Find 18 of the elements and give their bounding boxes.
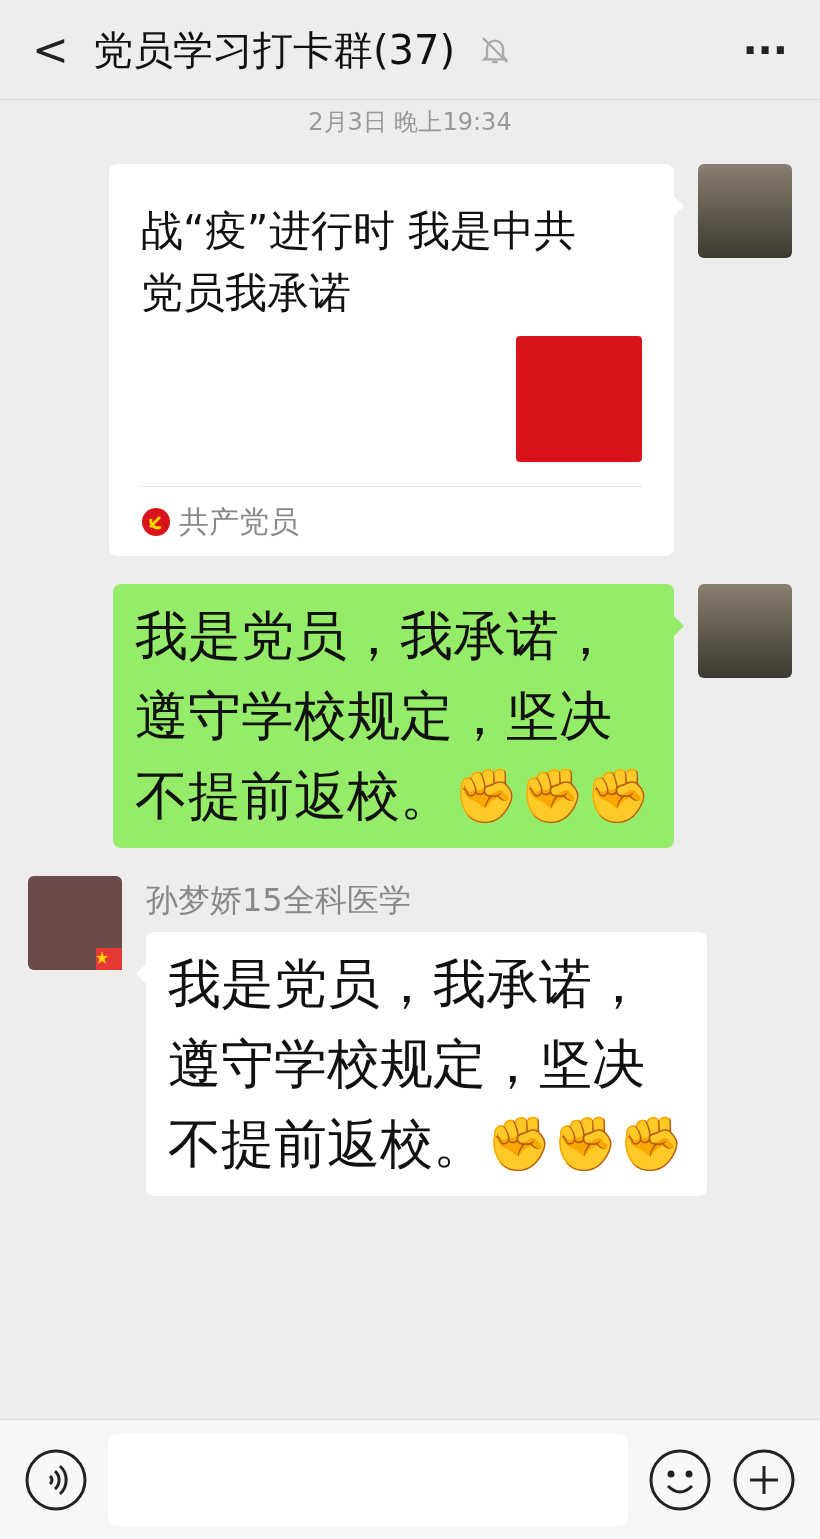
card-source: 共产党员 xyxy=(179,503,299,541)
avatar-photo[interactable] xyxy=(28,876,122,970)
avatar-photo[interactable] xyxy=(698,164,792,258)
chat-title: 党员学习打卡群(37) xyxy=(92,25,455,75)
voice-icon[interactable] xyxy=(24,1447,88,1512)
more-button[interactable]: ··· xyxy=(742,19,788,80)
back-button[interactable]: < xyxy=(32,16,69,83)
flag-icon xyxy=(96,948,122,970)
emblem-icon xyxy=(141,506,171,537)
sender-name: 孙梦娇15全科医学 xyxy=(146,880,412,921)
emoji-icon[interactable] xyxy=(648,1447,712,1512)
message-bubble[interactable]: 我是党员，我承诺，遵守学校规定，坚决不提前返校。✊✊✊ xyxy=(146,932,707,1196)
timestamp: 2月3日 晚上19:34 xyxy=(308,107,512,138)
avatar-photo[interactable] xyxy=(698,584,792,678)
card-title: 战“疫”进行时 我是中共党员我承诺 xyxy=(141,205,577,319)
link-card[interactable]: 战“疫”进行时 我是中共党员我承诺 共产党员 xyxy=(109,164,674,556)
message-bubble[interactable]: 我是党员，我承诺，遵守学校规定，坚决不提前返校。✊✊✊ xyxy=(113,584,674,848)
plus-icon[interactable] xyxy=(732,1447,796,1512)
